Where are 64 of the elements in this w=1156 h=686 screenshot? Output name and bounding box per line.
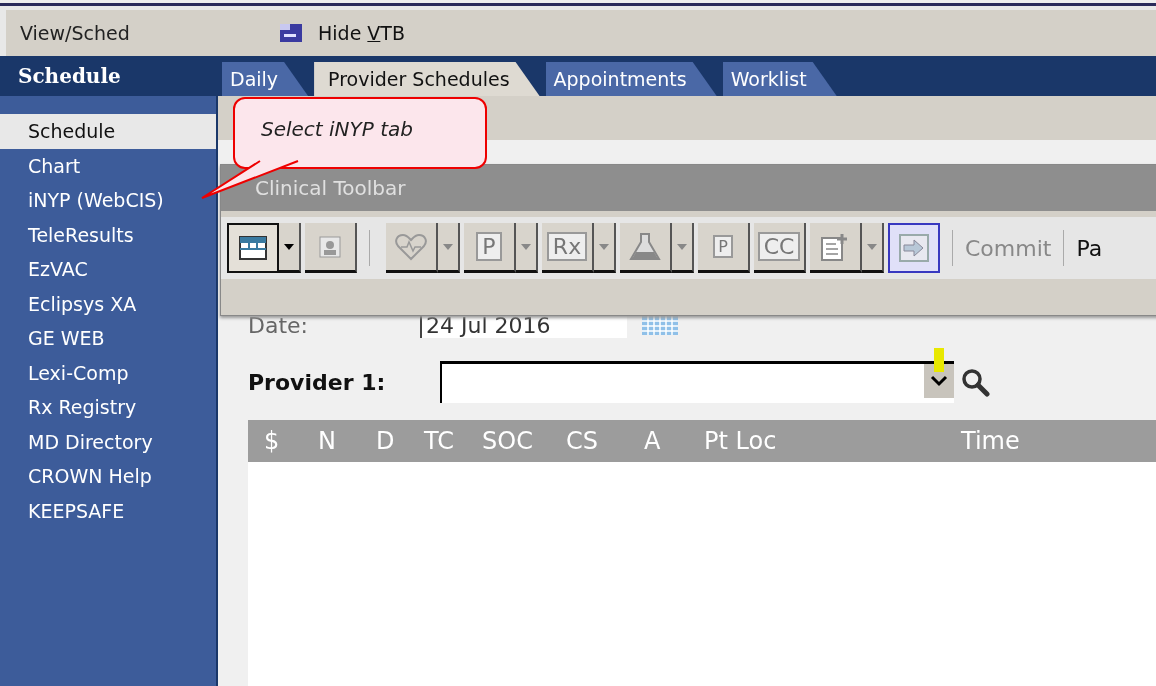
caret-icon [443,243,453,250]
sidebar-item[interactable]: Schedule [0,114,216,149]
sidebar-item[interactable]: EzVAC [0,252,216,287]
caret-icon [867,243,877,250]
provider-label: Provider 1: [248,369,387,395]
column-header: $ [264,427,281,455]
sidebar-item[interactable]: CROWN Help [0,459,216,494]
sidebar-item[interactable]: Rx Registry [0,390,216,425]
dropdown-button[interactable] [862,223,884,273]
column-header: CS [566,427,599,455]
toolbar-button[interactable]: Rx [542,223,594,273]
toolbar-button[interactable]: CC [754,223,806,273]
flask-icon [628,231,662,262]
toolbar-button[interactable] [227,223,279,273]
tab[interactable]: Appointments [545,62,717,96]
dropdown-button[interactable] [594,223,616,273]
sidebar-item[interactable]: MD Directory [0,424,216,459]
caret-icon [599,243,609,250]
section-title: Schedule [17,63,122,90]
sidebar-item[interactable]: Chart [0,148,216,183]
calendar-icon[interactable] [640,314,679,336]
hide-vtb-button[interactable]: Hide VTB [318,22,405,44]
toolbar-button[interactable] [305,223,357,273]
dropdown-button[interactable] [279,223,301,273]
toolbar-button[interactable] [888,223,940,273]
column-header: A [644,427,662,455]
toolbar-button[interactable] [810,223,862,273]
search-icon[interactable] [960,367,990,397]
sidebar-item[interactable]: KEEPSAFE [0,493,216,528]
sidebar-item[interactable]: GE WEB [0,321,216,356]
sidebar-item[interactable]: TeleResults [0,217,216,252]
date-label: Date: [248,312,309,338]
dropdown-button[interactable] [516,223,538,273]
toolbar-button[interactable]: Pa [1076,235,1103,261]
highlight-marker [934,348,944,372]
column-header: Pt Loc [704,427,778,455]
sidebar-item[interactable]: iNYP (WebCIS) [0,183,216,218]
window-icon[interactable] [278,22,304,44]
person-icon [318,234,342,259]
toolbar-button[interactable]: P [464,223,516,273]
caret-icon [521,243,531,250]
sidebar-item[interactable]: Eclipsys XA [0,286,216,321]
column-header: SOC [482,427,534,455]
heart-icon [394,231,428,262]
toolbar-button[interactable] [620,223,672,273]
tab[interactable]: Worklist [722,62,837,96]
column-header: N [318,427,337,455]
toolbar-button[interactable] [386,223,438,273]
caret-icon [284,243,294,250]
column-header: Time [961,427,1021,455]
toolbar-button[interactable]: P [698,223,750,273]
sidebar-item[interactable]: Lexi-Comp [0,355,216,390]
column-header: D [376,427,396,455]
callout-text: Select iNYP tab [261,117,413,141]
tab[interactable]: Provider Schedules [314,62,540,96]
chevron-down-icon[interactable] [924,364,954,398]
column-header: TC [424,427,455,455]
caret-icon [677,243,687,250]
calendar-icon [238,235,268,261]
menu-label: View/Sched [20,22,131,44]
tab[interactable]: Daily [222,62,309,96]
dropdown-button[interactable] [672,223,694,273]
dropdown-button[interactable] [438,223,460,273]
provider-dropdown[interactable] [440,361,954,403]
